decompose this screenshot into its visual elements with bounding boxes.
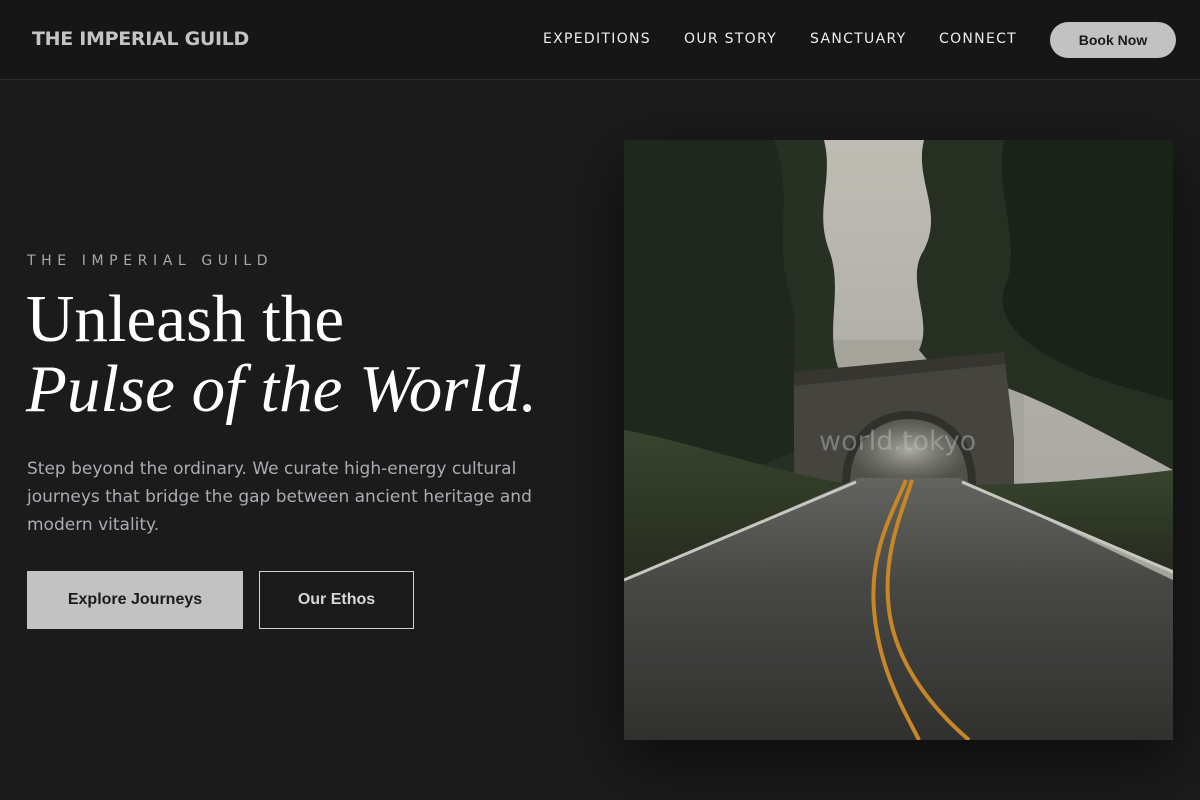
our-ethos-button[interactable]: Our Ethos [259, 571, 414, 629]
hero-description: Step beyond the ordinary. We curate high… [27, 459, 532, 535]
hero-headline-line1: Unleash the [26, 282, 345, 356]
hero-headline-line2: Pulse of the World. [26, 352, 538, 426]
explore-journeys-button[interactable]: Explore Journeys [27, 571, 243, 629]
nav-link-connect[interactable]: CONNECT [939, 31, 1017, 47]
nav-link-expeditions[interactable]: EXPEDITIONS [543, 31, 651, 47]
nav-link-sanctuary[interactable]: SANCTUARY [810, 31, 906, 47]
image-watermark: world.tokyo [819, 426, 977, 457]
hero-headline: Unleash the Pulse of the World. [26, 284, 537, 424]
hero-eyebrow: THE IMPERIAL GUILD [27, 253, 274, 269]
site-logo[interactable]: THE IMPERIAL GUILD [32, 28, 249, 50]
top-navigation-bar: THE IMPERIAL GUILD EXPEDITIONS OUR STORY… [0, 0, 1200, 80]
book-now-button[interactable]: Book Now [1050, 22, 1176, 58]
nav-link-our-story[interactable]: OUR STORY [684, 31, 777, 47]
